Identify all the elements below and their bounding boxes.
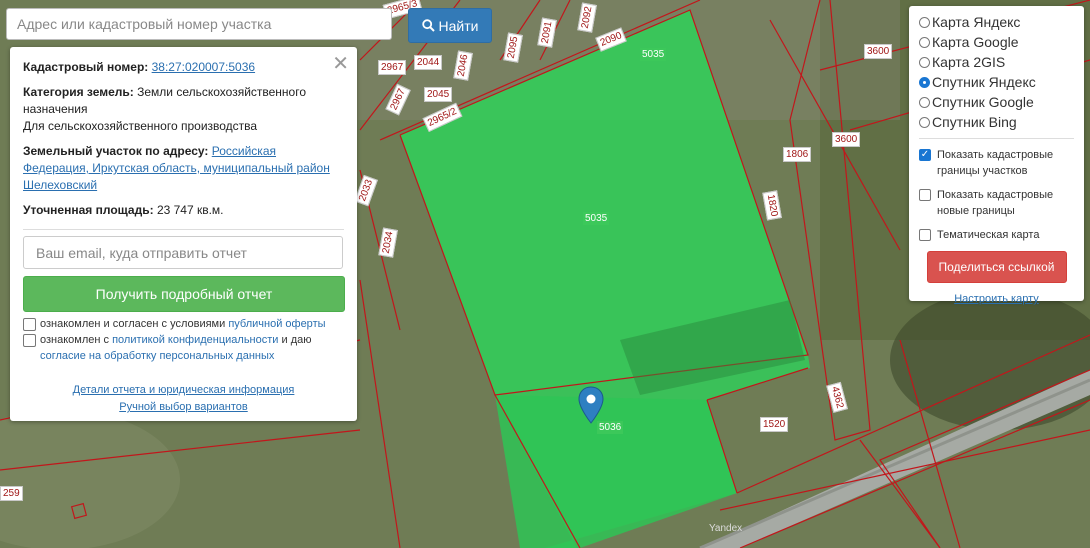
toggle-thematic-map[interactable]: Тематическая карта: [919, 227, 1074, 243]
email-field[interactable]: [23, 236, 343, 269]
privacy-agreement: ознакомлен с политикой конфиденциальност…: [23, 332, 344, 364]
divider: [919, 138, 1074, 139]
layer-label: Карта 2GIS: [932, 54, 1006, 70]
parcel-label-2967: 2967: [378, 60, 407, 75]
area-value: 23 747 кв.м.: [156, 203, 224, 217]
privacy-checkbox[interactable]: [23, 334, 36, 347]
category-usage: Для сельскохозяйственного производства: [23, 119, 258, 133]
layer-label: Спутник Bing: [932, 114, 1017, 130]
radio-icon[interactable]: [919, 116, 930, 128]
cadastral-label: Кадастровый номер:: [23, 60, 149, 74]
layer-label: Спутник Яндекс: [932, 74, 1036, 90]
checkbox[interactable]: [919, 229, 931, 241]
category-label: Категория земель:: [23, 85, 134, 99]
layer-switcher: Карта Яндекс Карта Google Карта 2GIS Спу…: [909, 6, 1084, 305]
layer-label: Спутник Google: [932, 94, 1034, 110]
toggle-label: Тематическая карта: [937, 229, 1040, 241]
parcel-label-1520: 1520: [760, 417, 789, 432]
share-link-button[interactable]: Поделиться ссылкой: [926, 251, 1067, 283]
radio-icon[interactable]: [919, 16, 930, 28]
layer-google-satellite[interactable]: Спутник Google: [919, 92, 1074, 112]
yandex-watermark: Yandex: [709, 523, 743, 534]
layer-label: Карта Google: [932, 34, 1019, 50]
panel-footer: Детали отчета и юридическая информация Р…: [23, 382, 344, 416]
address-row: Земельный участок по адресу: Российская …: [23, 143, 344, 194]
cadastral-number-link[interactable]: 38:27:020007:5036: [152, 60, 255, 74]
layer-bing-satellite[interactable]: Спутник Bing: [919, 112, 1074, 132]
configure-map-link[interactable]: Настроить карту: [954, 293, 1039, 305]
area-label: Уточненная площадь:: [23, 203, 154, 217]
layer-2gis-map[interactable]: Карта 2GIS: [919, 52, 1074, 72]
parcel-label-5035: 5035: [640, 48, 667, 61]
toggle-label: Показать кадастровые границы участков: [937, 149, 1054, 177]
layer-yandex-map[interactable]: Карта Яндекс: [919, 12, 1074, 32]
parcel-label-5035-center: 5035: [583, 212, 610, 225]
parcel-label-3600-b: 3600: [832, 132, 861, 147]
parcel-label-2045: 2045: [424, 87, 453, 102]
checkbox[interactable]: [919, 189, 931, 201]
toggle-new-borders[interactable]: Показать кадастровые новые границы: [919, 187, 1074, 219]
toggle-cadastral-borders[interactable]: ✓ Показать кадастровые границы участков: [919, 147, 1074, 179]
manual-select-link[interactable]: Ручной выбор вариантов: [119, 401, 247, 413]
category-row: Категория земель: Земли сельскохозяйстве…: [23, 84, 344, 135]
search-input[interactable]: [6, 8, 392, 40]
layer-google-map[interactable]: Карта Google: [919, 32, 1074, 52]
parcel-label-2044: 2044: [414, 55, 443, 70]
parcel-info-panel: ✕ Кадастровый номер: 38:27:020007:5036 К…: [10, 47, 357, 421]
layer-yandex-satellite[interactable]: Спутник Яндекс: [919, 72, 1074, 92]
close-icon[interactable]: ✕: [332, 51, 349, 76]
radio-icon[interactable]: [919, 56, 930, 68]
privacy-and: и даю: [281, 334, 312, 346]
address-label: Земельный участок по адресу:: [23, 144, 209, 158]
radio-icon[interactable]: [919, 96, 930, 108]
divider: [23, 229, 344, 230]
search-icon: [421, 19, 435, 32]
area-row: Уточненная площадь: 23 747 кв.м.: [23, 202, 344, 219]
parcel-label-259: 259: [0, 486, 23, 501]
details-link[interactable]: Детали отчета и юридическая информация: [73, 384, 295, 396]
radio-selected-icon[interactable]: [919, 76, 930, 88]
privacy-text: ознакомлен с: [40, 334, 110, 346]
offer-link[interactable]: публичной оферты: [228, 318, 325, 330]
get-report-button[interactable]: Получить подробный отчет: [23, 276, 345, 312]
parcel-label-1806: 1806: [783, 147, 812, 162]
cadastral-row: Кадастровый номер: 38:27:020007:5036: [23, 59, 344, 76]
offer-agreement: ознакомлен и согласен с условиями публич…: [23, 316, 344, 332]
offer-text: ознакомлен и согласен с условиями: [40, 318, 226, 330]
location-pin-icon[interactable]: [578, 386, 604, 424]
radio-icon[interactable]: [919, 36, 930, 48]
offer-checkbox[interactable]: [23, 318, 36, 331]
search-button[interactable]: Найти: [408, 8, 492, 43]
checkmark-icon[interactable]: ✓: [919, 149, 931, 161]
layer-label: Карта Яндекс: [932, 14, 1021, 30]
parcel-label-3600: 3600: [864, 44, 893, 59]
search-button-label: Найти: [438, 17, 479, 34]
consent-link[interactable]: согласие на обработку персональных данны…: [40, 350, 274, 362]
toggle-label: Показать кадастровые новые границы: [937, 189, 1054, 217]
privacy-link[interactable]: политикой конфиденциальности: [112, 334, 278, 346]
